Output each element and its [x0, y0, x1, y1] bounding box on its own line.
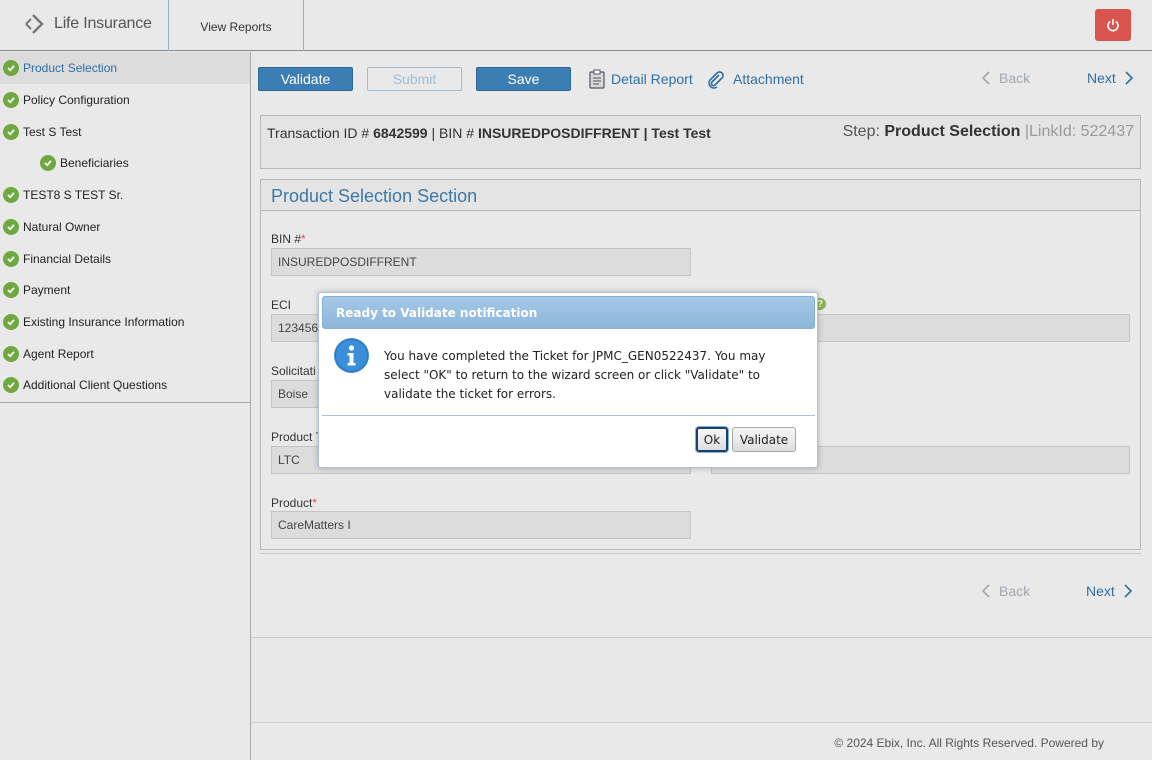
check-circle-icon	[3, 187, 19, 203]
sidebar-item-existing-insurance[interactable]: Existing Insurance Information	[0, 306, 250, 338]
transaction-info-bar: Transaction ID # 6842599 | BIN # INSURED…	[260, 115, 1141, 169]
insured-name: | Test Test	[643, 125, 711, 141]
sidebar-item-natural-owner[interactable]: Natural Owner	[0, 211, 250, 243]
sidebar-item-label: Agent Report	[23, 347, 94, 361]
bin-field[interactable]: INSUREDPOSDIFFRENT	[271, 248, 691, 276]
solicitation-field-label: Solicitati	[271, 364, 316, 378]
check-circle-icon	[3, 314, 19, 330]
product-type-field-label: Product T	[271, 430, 323, 444]
page-footer: © 2024 Ebix, Inc. All Rights Reserved. P…	[251, 722, 1152, 760]
check-circle-icon	[3, 282, 19, 298]
attachment-label: Attachment	[733, 71, 804, 87]
sidebar-item-label: Existing Insurance Information	[23, 315, 185, 329]
sidebar-item-label: Beneficiaries	[60, 156, 129, 170]
next-label: Next	[1086, 583, 1115, 599]
header-divider	[303, 0, 304, 51]
section-title: Product Selection Section	[271, 186, 478, 206]
back-button[interactable]: Back	[981, 70, 1030, 86]
sidebar-item-label: Product Selection	[23, 61, 118, 75]
detail-report-link[interactable]: Detail Report	[587, 67, 693, 91]
paperclip-icon	[708, 71, 724, 89]
product-field[interactable]: CareMatters I	[271, 511, 691, 539]
clipboard-icon	[589, 69, 605, 89]
save-button[interactable]: Save	[476, 67, 571, 91]
sidebar-item-product-selection[interactable]: Product Selection	[0, 52, 250, 84]
next-button[interactable]: Next	[1087, 70, 1134, 86]
bottom-next-button[interactable]: Next	[1086, 583, 1133, 599]
check-circle-icon	[3, 346, 19, 362]
sidebar-item-label: Natural Owner	[23, 220, 101, 234]
attachment-link[interactable]: Attachment	[705, 67, 804, 91]
required-asterisk: *	[312, 496, 318, 510]
dialog-message: You have completed the Ticket for JPMC_G…	[384, 349, 766, 401]
bottom-back-button[interactable]: Back	[981, 583, 1030, 599]
sidebar-divider	[0, 402, 250, 403]
copyright-text: © 2024 Ebix, Inc. All Rights Reserved. P…	[834, 736, 1104, 750]
validate-button[interactable]: Validate	[258, 67, 353, 91]
bin-value: INSUREDPOSDIFFRENT	[477, 125, 640, 141]
sidebar-item-agent-report[interactable]: Agent Report	[0, 338, 250, 370]
next-label: Next	[1087, 70, 1116, 86]
sidebar-item-label: Payment	[23, 283, 71, 297]
view-reports-tab[interactable]: View Reports	[169, 0, 303, 51]
chevron-logo-icon	[25, 14, 44, 34]
step-indicator: Step: Product Selection |LinkId: 522437	[843, 123, 1134, 141]
logout-button[interactable]	[1095, 9, 1131, 41]
product-field-label: Product*	[271, 496, 318, 510]
sidebar-item-label: Test S Test	[23, 125, 82, 139]
submit-button[interactable]: Submit	[367, 67, 462, 91]
sidebar-item-policy-configuration[interactable]: Policy Configuration	[0, 84, 250, 116]
check-circle-icon	[3, 219, 19, 235]
check-circle-icon	[3, 92, 19, 108]
bin-label: | BIN #	[431, 125, 475, 141]
chevron-right-icon	[1125, 71, 1133, 85]
check-circle-icon	[3, 60, 19, 76]
back-label: Back	[999, 70, 1031, 86]
check-circle-icon	[3, 124, 19, 140]
wizard-sidebar: Product Selection Policy Configuration T…	[0, 52, 251, 760]
link-id: |LinkId: 522437	[1024, 123, 1134, 140]
sidebar-item-test8-s-test[interactable]: TEST8 S TEST Sr.	[0, 179, 250, 211]
sidebar-item-beneficiaries[interactable]: Beneficiaries	[0, 147, 250, 179]
sidebar-item-label: TEST8 S TEST Sr.	[23, 188, 124, 202]
ok-button[interactable]: Ok	[696, 427, 728, 452]
sidebar-item-payment[interactable]: Payment	[0, 274, 250, 306]
chevron-left-icon	[981, 71, 990, 85]
dialog-title: Ready to Validate notification	[322, 296, 815, 329]
validate-notification-dialog: Ready to Validate notification You have …	[318, 292, 818, 468]
app-title: Life Insurance	[54, 15, 152, 32]
transaction-id-label: Transaction ID #	[267, 125, 370, 141]
section-divider	[260, 553, 1141, 554]
check-circle-icon	[3, 377, 19, 393]
info-icon	[334, 338, 369, 373]
transaction-details: Transaction ID # 6842599 | BIN # INSURED…	[267, 123, 717, 144]
eci-field-label: ECI	[271, 298, 292, 312]
back-label: Back	[999, 583, 1031, 599]
sidebar-item-label: Policy Configuration	[23, 93, 130, 107]
power-icon	[1107, 19, 1119, 32]
section-header: Product Selection Section	[261, 180, 1140, 211]
sidebar-item-label: Financial Details	[23, 252, 112, 266]
check-circle-icon	[3, 251, 19, 267]
sidebar-item-test-s-test[interactable]: Test S Test	[0, 116, 250, 148]
app-logo[interactable]: Life Insurance	[24, 12, 152, 36]
dialog-divider	[322, 415, 815, 416]
transaction-id-value: 6842599	[373, 125, 428, 141]
required-asterisk: *	[301, 232, 306, 246]
detail-report-label: Detail Report	[611, 71, 693, 87]
sidebar-item-label: Additional Client Questions	[23, 378, 168, 392]
step-label: Step:	[842, 123, 880, 140]
app-header: Life Insurance View Reports	[0, 0, 1152, 51]
sidebar-item-financial-details[interactable]: Financial Details	[0, 243, 250, 275]
bin-field-label: BIN #*	[271, 232, 306, 246]
step-value: Product Selection	[884, 123, 1021, 140]
sidebar-item-additional-client-questions[interactable]: Additional Client Questions	[0, 369, 250, 401]
chevron-right-icon	[1124, 584, 1132, 598]
dialog-validate-button[interactable]: Validate	[732, 427, 796, 452]
chevron-left-icon	[981, 584, 990, 598]
check-circle-icon	[40, 155, 56, 171]
